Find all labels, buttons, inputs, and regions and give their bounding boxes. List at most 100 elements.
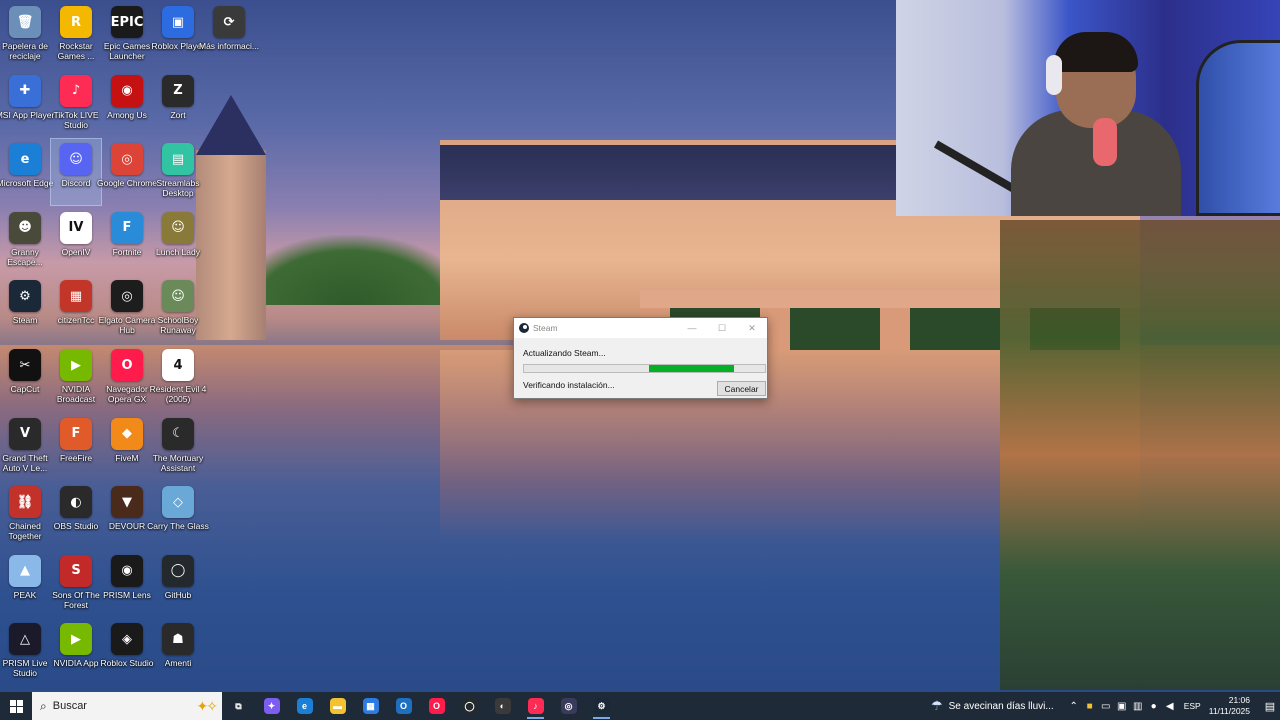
volume-icon[interactable]: ◀: [1162, 701, 1178, 712]
carry-the-glass-icon: ◇: [162, 486, 194, 519]
desktop-icon-prism-live-studio[interactable]: △ PRISM Live Studio: [0, 619, 50, 685]
desktop-icon-capcut[interactable]: ✂ CapCut: [0, 345, 50, 411]
minimize-icon[interactable]: —: [677, 318, 707, 338]
taskbar-elgato[interactable]: ◎: [552, 692, 585, 720]
msi-app-player-icon: ✚: [9, 74, 41, 107]
desktop-icon-the-mortuary-assistant[interactable]: ☾ The Mortuary Assistant: [153, 414, 203, 480]
taskbar-search[interactable]: ⌕ Buscar ✦✧: [32, 692, 222, 720]
app-tray-icon[interactable]: ■: [1082, 701, 1098, 712]
maximize-icon: ☐: [717, 322, 727, 333]
taskbar: ⌕ Buscar ✦✧ ⧉ ✦ e ▬ ▦ O O ◯ ◐ ♪ ◎ ⚙ ☂ Se avecinan d…: [0, 692, 1280, 720]
desktop-icon-amenti[interactable]: ☗ Amenti: [153, 619, 203, 685]
desktop-icon-granny-escape[interactable]: ☻ Granny Escape...: [0, 208, 50, 274]
taskbar-file-explorer[interactable]: ▬: [321, 692, 354, 720]
desktop-icon-navegador-opera-gx[interactable]: O Navegador Opera GX: [102, 345, 152, 411]
chat-icon[interactable]: ▭: [1098, 701, 1114, 712]
close-icon[interactable]: ✕: [737, 318, 767, 338]
elgato-icon: ◎: [560, 698, 577, 714]
taskbar-task-view[interactable]: ⧉: [222, 692, 255, 720]
desktop-icon-label: Streamlabs Desktop: [156, 178, 200, 199]
lunch-lady-icon: ☺: [162, 211, 194, 244]
obs-icon: ◐: [494, 698, 511, 714]
desktop-icon-elgato-camera-hub[interactable]: ◎ Elgato Camera Hub: [99, 276, 155, 342]
weather-text: Se avecinan días lluvi...: [948, 700, 1054, 712]
desktop-icon-roblox-studio[interactable]: ◈ Roblox Studio: [101, 619, 153, 685]
desktop-icon-tiktok-live-studio[interactable]: ♪ TikTok LIVE Studio: [51, 71, 101, 137]
desktop-icon-fivem[interactable]: ◆ FiveM: [102, 414, 152, 480]
discord-icon: ☺: [60, 143, 92, 176]
desktop-icon-grand-theft-auto-v-le[interactable]: V Grand Theft Auto V Le...: [0, 414, 50, 480]
desktop-icon-m-s-informaci[interactable]: ⟳ Más informaci...: [199, 2, 259, 68]
roblox-player-icon: ▣: [162, 6, 194, 38]
taskbar-github[interactable]: ◯: [453, 692, 486, 720]
desktop-icon-label: SchoolBoy Runaway: [157, 315, 199, 336]
desktop-icon-google-chrome[interactable]: ◎ Google Chrome: [97, 139, 157, 205]
desktop-icon-roblox-player[interactable]: ▣ Roblox Player: [152, 2, 204, 68]
taskbar-opera-gx[interactable]: O: [420, 692, 453, 720]
desktop-icon-chained-together[interactable]: ⛓ Chained Together: [0, 482, 50, 548]
taskbar-copilot[interactable]: ✦: [255, 692, 288, 720]
taskbar-tiktok-live[interactable]: ♪: [519, 692, 552, 720]
desktop-icon-msi-app-player[interactable]: ✚ MSI App Player: [0, 71, 54, 137]
start-button[interactable]: [0, 692, 32, 720]
weather-widget[interactable]: ☂ Se avecinan días lluvi...: [931, 698, 1054, 714]
desktop-icon-citizentcc[interactable]: ▦ citizenTcc: [51, 276, 101, 342]
desktop-icon-streamlabs-desktop[interactable]: ▤ Streamlabs Desktop: [153, 139, 203, 205]
desktop-icon-discord[interactable]: ☺ Discord: [50, 138, 102, 207]
notification-icon[interactable]: ▤: [1260, 700, 1280, 713]
display-icon[interactable]: ▣: [1114, 701, 1130, 712]
desktop-icon-devour[interactable]: ▼ DEVOUR: [102, 482, 152, 548]
taskbar-outlook[interactable]: O: [387, 692, 420, 720]
desktop-icon-microsoft-edge[interactable]: e Microsoft Edge: [0, 139, 53, 205]
taskbar-obs[interactable]: ◐: [486, 692, 519, 720]
the-mortuary-assistant-icon: ☾: [162, 417, 194, 450]
desktop-icon-github[interactable]: ◯ GitHub: [153, 551, 203, 617]
google-chrome-icon: ◎: [111, 143, 143, 176]
clock-time: 21:06: [1228, 695, 1250, 705]
desktop-icon-label: Carry The Glass: [147, 521, 209, 532]
desktop-icon-carry-the-glass[interactable]: ◇ Carry The Glass: [147, 482, 209, 548]
desktop-icon-peak[interactable]: ▲ PEAK: [0, 551, 50, 617]
desktop-icon-schoolboy-runaway[interactable]: ☺ SchoolBoy Runaway: [153, 276, 203, 342]
gaming-chair: [1196, 40, 1280, 216]
desktop-icon-obs-studio[interactable]: ◐ OBS Studio: [51, 482, 101, 548]
desktop-icon-zort[interactable]: Z Zort: [153, 71, 203, 137]
outlook-icon: O: [395, 698, 412, 714]
search-placeholder: Buscar: [52, 700, 87, 712]
desktop-icon-rockstar-games[interactable]: R Rockstar Games ...: [51, 2, 101, 68]
freefire-icon: F: [60, 417, 92, 450]
dialog-title: Steam: [533, 323, 558, 333]
clock[interactable]: 21:06 11/11/2025: [1209, 695, 1250, 717]
devour-icon: ▼: [111, 486, 143, 519]
progress-fill: [649, 365, 734, 372]
desktop-icon-resident-evil-4-2005[interactable]: 4 Resident Evil 4 (2005): [150, 345, 206, 411]
desktop-icon-among-us[interactable]: ◉ Among Us: [102, 71, 152, 137]
dialog-titlebar[interactable]: Steam — ☐ ✕: [514, 318, 767, 338]
network-icon[interactable]: ▥: [1130, 701, 1146, 712]
desktop-icon-lunch-lady[interactable]: ☺ Lunch Lady: [153, 208, 203, 274]
github-icon: ◯: [461, 698, 478, 714]
desktop-icon-prism-lens[interactable]: ◉ PRISM Lens: [102, 551, 152, 617]
desktop-icon-openiv[interactable]: IV OpenIV: [51, 208, 101, 274]
desktop-icon-nvidia-broadcast[interactable]: ▶ NVIDIA Broadcast: [51, 345, 101, 411]
taskbar-steam[interactable]: ⚙: [585, 692, 618, 720]
desktop-icon-freefire[interactable]: F FreeFire: [51, 414, 101, 480]
microphone-icon[interactable]: ●: [1146, 701, 1162, 712]
desktop-icon-label: Resident Evil 4 (2005): [149, 384, 207, 404]
cancel-button[interactable]: Cancelar: [717, 381, 766, 396]
language-indicator[interactable]: ESP: [1184, 701, 1201, 711]
desktop-icon-steam[interactable]: ⚙ Steam: [0, 276, 50, 342]
prism-live-studio-icon: △: [9, 623, 41, 656]
desktop-icon-papelera-de-reciclaje[interactable]: 🗑 Papelera de reciclaje: [0, 2, 50, 68]
github-icon: ◯: [162, 554, 194, 587]
among-us-icon: ◉: [111, 74, 143, 107]
desktop-icon-fortnite[interactable]: F Fortnite: [102, 208, 152, 274]
taskbar-edge[interactable]: e: [288, 692, 321, 720]
taskbar-store[interactable]: ▦: [354, 692, 387, 720]
desktop-icon-epic-games-launcher[interactable]: EPIC Epic Games Launcher: [102, 2, 152, 68]
update-status-text: Actualizando Steam...: [523, 348, 606, 358]
desktop-icon-nvidia-app[interactable]: ▶ NVIDIA App: [51, 619, 101, 685]
microsoft-edge-icon: e: [9, 143, 41, 176]
desktop-icon-sons-of-the-forest[interactable]: S Sons Of The Forest: [51, 551, 101, 617]
chevron-up-icon[interactable]: ⌃: [1066, 701, 1082, 712]
